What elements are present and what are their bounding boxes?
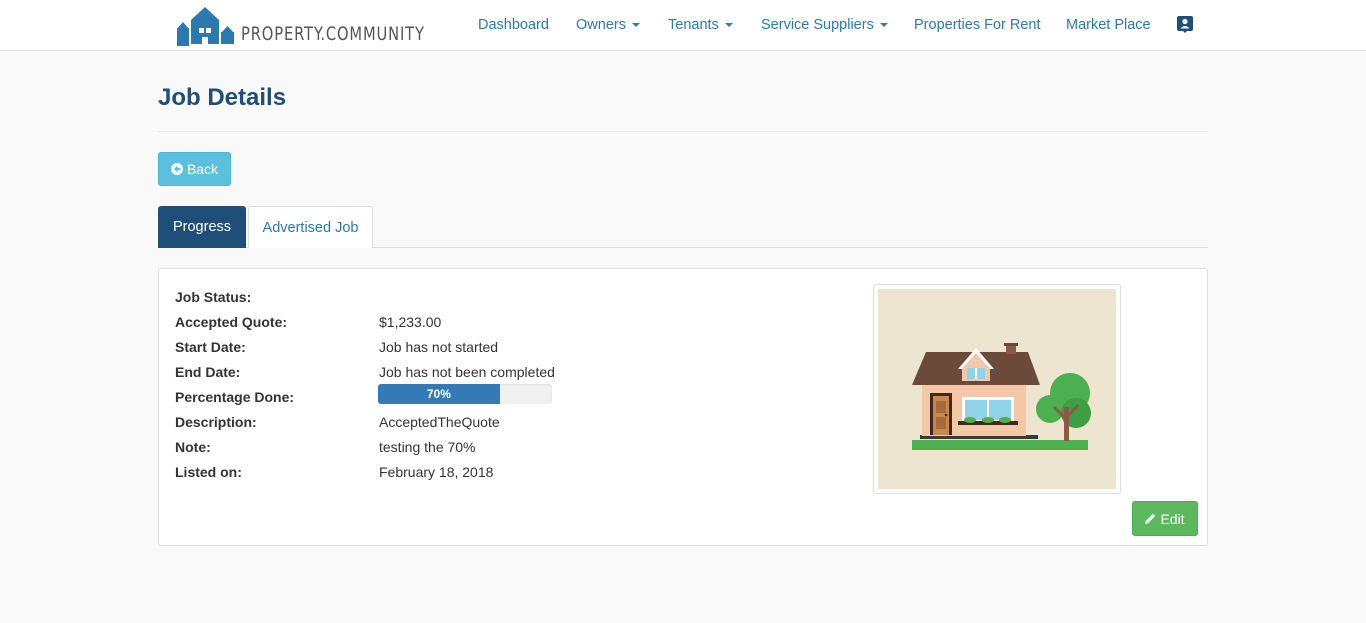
nav-dashboard-label: Dashboard: [478, 17, 549, 33]
nav-service-suppliers-label: Service Suppliers: [761, 17, 874, 33]
nav-market-place-label: Market Place: [1066, 17, 1151, 33]
property-thumbnail[interactable]: [873, 284, 1121, 494]
nav-dashboard[interactable]: Dashboard: [478, 17, 549, 33]
pencil-icon: [1145, 513, 1156, 524]
profile-icon[interactable]: [1177, 16, 1193, 33]
house-illustration: [878, 289, 1116, 489]
nav-properties-for-rent[interactable]: Properties For Rent: [914, 17, 1041, 33]
title-divider: [158, 131, 1208, 132]
brand-logo[interactable]: PROPERTY.COMMUNITY: [177, 4, 455, 46]
listed-on-value: February 18, 2018: [379, 464, 494, 480]
nav-owners[interactable]: Owners: [576, 17, 640, 33]
edit-button-label: Edit: [1160, 510, 1185, 527]
house-logo-icon: [177, 7, 234, 46]
job-status-label: Job Status:: [175, 289, 252, 305]
tab-progress-label: Progress: [172, 219, 232, 235]
start-date-value: Job has not started: [379, 339, 499, 355]
nav-owners-label: Owners: [576, 17, 626, 33]
nav-tenants[interactable]: Tenants: [668, 17, 733, 33]
caret-down-icon: [724, 23, 733, 28]
accepted-quote-label: Accepted Quote:: [175, 314, 288, 330]
tab-advertised-job[interactable]: Advertised Job: [248, 206, 373, 248]
top-navbar: PROPERTY.COMMUNITY Dashboard Owners Tena…: [0, 0, 1366, 51]
nav-properties-for-rent-label: Properties For Rent: [914, 17, 1041, 33]
page-title: Job Details: [158, 84, 287, 111]
end-date-label: End Date:: [175, 364, 241, 380]
listed-on-label: Listed on:: [175, 464, 242, 480]
nav-market-place[interactable]: Market Place: [1066, 17, 1151, 33]
arrow-left-icon: [170, 163, 183, 175]
tab-advertised-job-label: Advertised Job: [262, 219, 359, 236]
progress-bar-text: 70%: [426, 387, 451, 401]
brand-name: PROPERTY.COMMUNITY: [241, 23, 425, 45]
percentage-done-label: Percentage Done:: [175, 389, 295, 405]
description-label: Description:: [175, 414, 257, 430]
tab-progress[interactable]: Progress: [158, 206, 246, 248]
nav-tenants-label: Tenants: [668, 17, 719, 33]
end-date-value: Job has not been completed: [379, 364, 555, 380]
description-value: AcceptedTheQuote: [379, 414, 500, 430]
start-date-label: Start Date:: [175, 339, 246, 355]
caret-down-icon: [879, 23, 888, 28]
caret-down-icon: [631, 23, 640, 28]
note-value: testing the 70%: [379, 439, 476, 455]
back-button-label: Back: [186, 161, 219, 177]
percentage-progress-bar: 70%: [378, 384, 552, 404]
progress-bar-fill: 70%: [378, 384, 500, 404]
note-label: Note:: [175, 439, 211, 455]
job-details-panel: Job Status: Accepted Quote: $1,233.00 St…: [158, 268, 1208, 546]
edit-button[interactable]: Edit: [1132, 501, 1198, 536]
house-image: [912, 343, 1091, 450]
nav-service-suppliers[interactable]: Service Suppliers: [761, 17, 888, 33]
accepted-quote-value: $1,233.00: [379, 314, 442, 330]
back-button[interactable]: Back: [158, 152, 231, 186]
